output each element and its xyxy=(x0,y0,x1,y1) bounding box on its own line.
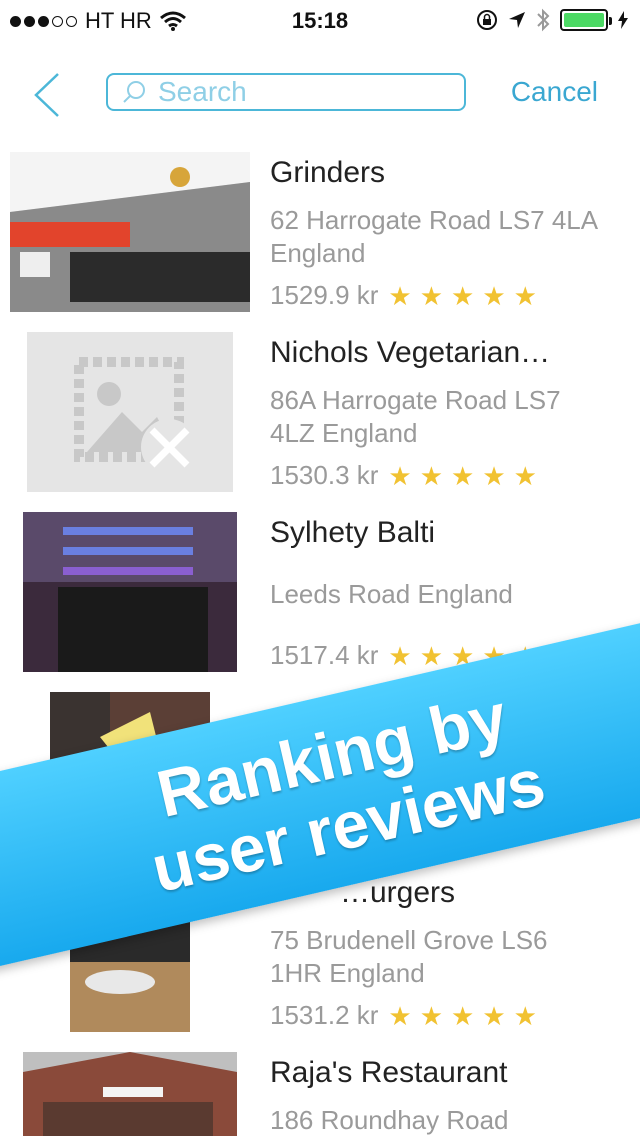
star-icon: ★ xyxy=(513,280,537,311)
star-rating: ★★★★★ xyxy=(388,463,537,489)
price: 1529.9 kr xyxy=(270,280,379,310)
star-icon: ★ xyxy=(388,1000,412,1031)
status-bar: HT HR 15:18 xyxy=(0,0,640,40)
search-icon xyxy=(123,81,145,103)
star-icon: ★ xyxy=(482,460,506,491)
price: 1531.2 kr xyxy=(270,1000,379,1030)
status-icons xyxy=(476,8,628,32)
cancel-button[interactable]: Cancel xyxy=(511,76,598,108)
search-bar: Search Cancel xyxy=(0,60,640,130)
rating-row: 1531.2 kr ★ ★ ★ ★ ★ xyxy=(270,1000,537,1031)
restaurant-photo xyxy=(10,152,250,312)
restaurant-name: Raja's Restaurant xyxy=(270,1056,508,1089)
restaurant-photo xyxy=(23,1052,237,1136)
star-icon: ★ xyxy=(388,460,412,491)
star-icon: ★ xyxy=(482,280,506,311)
restaurant-name: Grinders xyxy=(270,156,386,189)
star-icon: ★ xyxy=(451,280,475,311)
bluetooth-icon xyxy=(537,8,550,32)
rotation-lock-icon xyxy=(477,10,497,30)
search-input[interactable]: Search xyxy=(106,73,466,111)
price: 1530.3 kr xyxy=(270,460,379,490)
rating-row: 1530.3 kr ★ ★ ★ ★ ★ xyxy=(270,460,537,491)
star-icon: ★ xyxy=(388,640,412,671)
restaurant-address: Leeds Road England xyxy=(270,579,513,609)
star-icon: ★ xyxy=(419,640,444,671)
star-icon: ★ xyxy=(451,1000,475,1031)
no-image-placeholder xyxy=(27,332,233,492)
battery-icon xyxy=(560,9,612,31)
restaurant-photo xyxy=(23,512,237,672)
star-icon: ★ xyxy=(388,280,412,311)
restaurant-address: 186 Roundhay Road xyxy=(270,1105,509,1135)
restaurant-list: Grinders 62 Harrogate Road LS7 4LA Engla… xyxy=(0,150,640,1136)
star-icon: ★ xyxy=(513,1000,537,1031)
star-icon: ★ xyxy=(419,280,444,311)
search-placeholder: Search xyxy=(158,76,247,107)
restaurant-name: …urgers xyxy=(340,876,456,909)
restaurant-address: 62 Harrogate Road LS7 4LA England xyxy=(270,205,597,268)
star-icon: ★ xyxy=(419,1000,444,1031)
restaurant-address: 75 Brudenell Grove LS6 1HR England xyxy=(270,925,548,988)
star-icon: ★ xyxy=(419,460,444,491)
star-rating: ★★★★★ xyxy=(388,1003,537,1029)
restaurant-name: Nichols Vegetarian… xyxy=(270,336,551,369)
list-item[interactable]: Nichols Vegetarian… 86A Harrogate Road L… xyxy=(0,330,640,510)
list-item[interactable]: Grinders 62 Harrogate Road LS7 4LA Engla… xyxy=(0,150,640,330)
list-item[interactable]: Raja's Restaurant 186 Roundhay Road xyxy=(0,1050,640,1136)
restaurant-name: Sylhety Balti xyxy=(270,516,436,549)
chevron-left-icon[interactable] xyxy=(28,70,68,120)
rating-row: 1529.9 kr ★ ★ ★ ★ ★ xyxy=(270,280,537,311)
location-icon xyxy=(509,12,525,28)
star-icon: ★ xyxy=(482,1000,506,1031)
charging-icon xyxy=(618,11,628,29)
price: 1517.4 kr xyxy=(270,640,379,670)
star-icon: ★ xyxy=(513,460,537,491)
restaurant-address: 86A Harrogate Road LS7 4LZ England xyxy=(270,385,561,448)
star-icon: ★ xyxy=(451,460,475,491)
star-rating: ★★★★★ xyxy=(388,283,537,309)
